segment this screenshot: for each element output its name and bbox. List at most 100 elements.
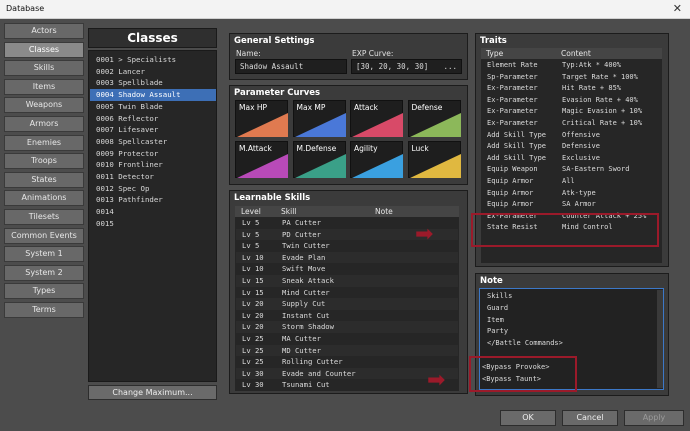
category-armors[interactable]: Armors — [4, 116, 84, 132]
curve-label: M.Defense — [296, 144, 337, 153]
col-content: Content — [561, 49, 591, 58]
skill-level: Lv 25 — [242, 357, 264, 367]
trait-type: Ex-Parameter — [487, 95, 538, 104]
table-row[interactable]: Add Skill Type Offensive — [483, 130, 656, 142]
table-row[interactable]: Add Skill Type Exclusive — [483, 153, 656, 165]
table-row[interactable]: Ex-Parameter Magic Evasion + 10% — [483, 106, 656, 118]
skill-name: Storm Shadow — [282, 322, 334, 332]
table-row[interactable]: Element Rate Typ:Atk * 400% — [483, 60, 656, 72]
class-list-item[interactable]: 0009 Protector — [90, 148, 216, 160]
category-system-1[interactable]: System 1 — [4, 246, 84, 263]
category-actors[interactable]: Actors — [4, 23, 84, 39]
table-row[interactable]: Lv 10 Swift Move — [236, 263, 458, 275]
class-list-item[interactable]: 0004 Shadow Assault — [90, 89, 216, 102]
trait-type: Element Rate — [487, 61, 538, 69]
col-level: Level — [241, 207, 261, 216]
category-animations[interactable]: Animations — [4, 190, 84, 207]
category-skills[interactable]: Skills — [4, 60, 84, 77]
table-row[interactable]: Ex-Parameter Evasion Rate + 40% — [483, 95, 656, 107]
curve-max-mp[interactable]: Max MP — [292, 100, 346, 137]
trait-type: Add Skill Type — [487, 153, 547, 162]
curve-max-hp[interactable]: Max HP — [235, 100, 288, 137]
category-common-events[interactable]: Common Events — [4, 227, 84, 244]
table-row[interactable]: Lv 20 Supply Cut — [236, 298, 458, 310]
table-row[interactable]: Equip Armor Atk-type — [483, 188, 656, 200]
category-troops[interactable]: Troops — [4, 153, 84, 170]
curve-agility[interactable]: Agility — [350, 141, 403, 178]
class-list-item[interactable]: 0003 Spellblade — [90, 77, 216, 89]
table-row[interactable]: Lv 20 Instant Cut — [236, 310, 458, 322]
table-row[interactable]: Lv 15 Sneak Attack — [236, 275, 458, 287]
ok-button[interactable]: OK — [500, 410, 556, 426]
skill-level: Lv 20 — [242, 322, 264, 332]
table-row[interactable]: Add Skill Type Defensive — [483, 141, 656, 153]
category-system-2[interactable]: System 2 — [4, 264, 84, 281]
class-list-item[interactable]: 0002 Lancer — [90, 66, 216, 78]
class-list-item[interactable]: 0015 — [90, 218, 216, 230]
cancel-button[interactable]: Cancel — [562, 410, 618, 426]
class-list-item[interactable]: 0013 Pathfinder — [90, 194, 216, 206]
table-row[interactable]: Lv 25 Rolling Cutter — [236, 356, 458, 368]
table-row[interactable]: Ex-Parameter Hit Rate + 85% — [483, 83, 656, 95]
category-items[interactable]: Items — [4, 78, 84, 95]
table-row[interactable]: Lv 10 Evade Plan — [236, 251, 458, 264]
skill-level: Lv 5 — [242, 241, 260, 251]
class-list-item[interactable]: 0007 Lifesaver — [90, 124, 216, 136]
table-row[interactable]: Lv 30 Evade and Counter — [236, 367, 458, 380]
col-skill: Skill — [281, 207, 297, 216]
skill-name: Instant Cut — [282, 310, 330, 320]
category-tilesets[interactable]: Tilesets — [4, 209, 84, 225]
table-row[interactable]: Equip Armor All — [483, 176, 656, 188]
trait-type: Add Skill Type — [487, 130, 547, 139]
category-enemies[interactable]: Enemies — [4, 134, 84, 151]
table-row[interactable]: Lv 30 Tsunami Cut — [236, 379, 458, 391]
note-highlight-box — [469, 356, 577, 392]
general-settings-heading: General Settings — [234, 36, 315, 46]
exp-curve-edit-button[interactable]: ... — [443, 60, 457, 73]
curve-attack[interactable]: Attack — [350, 100, 403, 137]
table-row[interactable]: Lv 20 Storm Shadow — [236, 321, 458, 333]
name-field[interactable]: Shadow Assault — [235, 59, 347, 74]
apply-button[interactable]: Apply — [624, 410, 684, 426]
close-icon[interactable]: ✕ — [673, 2, 682, 15]
skill-level: Lv 25 — [242, 334, 264, 343]
class-list-item[interactable]: 0008 Spellcaster — [90, 136, 216, 148]
curve-label: Defense — [411, 103, 443, 112]
col-note: Note — [375, 207, 393, 216]
table-row[interactable]: Equip Armor SA Armor — [483, 199, 656, 211]
class-list-item[interactable]: 0011 Detector — [90, 171, 216, 183]
note-heading: Note — [480, 276, 503, 286]
class-list-item[interactable]: 0006 Reflector — [90, 113, 216, 125]
table-row[interactable]: Lv 25 MA Cutter — [236, 333, 458, 345]
curve-luck[interactable]: Luck — [407, 141, 461, 178]
table-row[interactable]: Sp-Parameter Target Rate * 100% — [483, 72, 656, 84]
curve-m-attack[interactable]: M.Attack — [235, 141, 288, 178]
category-weapons[interactable]: Weapons — [4, 97, 84, 114]
skill-level: Lv 15 — [242, 287, 264, 297]
table-row[interactable]: Ex-Parameter Critical Rate + 10% — [483, 118, 656, 130]
category-classes[interactable]: Classes — [4, 41, 84, 58]
exp-curve-field[interactable]: [30, 20, 30, 30] ... — [351, 59, 462, 74]
table-row[interactable]: Lv 15 Mind Cutter — [236, 287, 458, 299]
change-maximum-button[interactable]: Change Maximum... — [88, 385, 217, 400]
class-list-item[interactable]: 0001 > Specialists — [90, 54, 216, 66]
table-row[interactable]: Lv 25 MD Cutter — [236, 344, 458, 357]
class-list-item[interactable]: 0005 Twin Blade — [90, 101, 216, 113]
skill-name: Tsunami Cut — [282, 380, 330, 390]
trait-type: Ex-Parameter — [487, 119, 538, 127]
category-types[interactable]: Types — [4, 283, 84, 300]
arrow-right-icon: ➡ — [415, 222, 434, 247]
class-list[interactable]: 0001 > Specialists 0002 Lancer 0003 Spellb… — [88, 50, 217, 382]
category-states[interactable]: States — [4, 171, 84, 188]
class-list-item[interactable]: 0010 Frontliner — [90, 159, 216, 171]
skill-name: PD Cutter — [282, 229, 321, 239]
curve-defense[interactable]: Defense — [407, 100, 461, 137]
class-list-item[interactable]: 0012 Spec Op — [90, 183, 216, 195]
skill-name: Supply Cut — [282, 299, 326, 309]
class-list-item[interactable]: 0014 — [90, 206, 216, 218]
category-terms[interactable]: Terms — [4, 302, 84, 318]
note-scrollbar[interactable] — [657, 290, 663, 388]
table-row[interactable]: Equip Weapon SA-Eastern Sword — [483, 164, 656, 176]
curve-label: Max HP — [239, 103, 268, 112]
curve-m-defense[interactable]: M.Defense — [292, 141, 346, 178]
